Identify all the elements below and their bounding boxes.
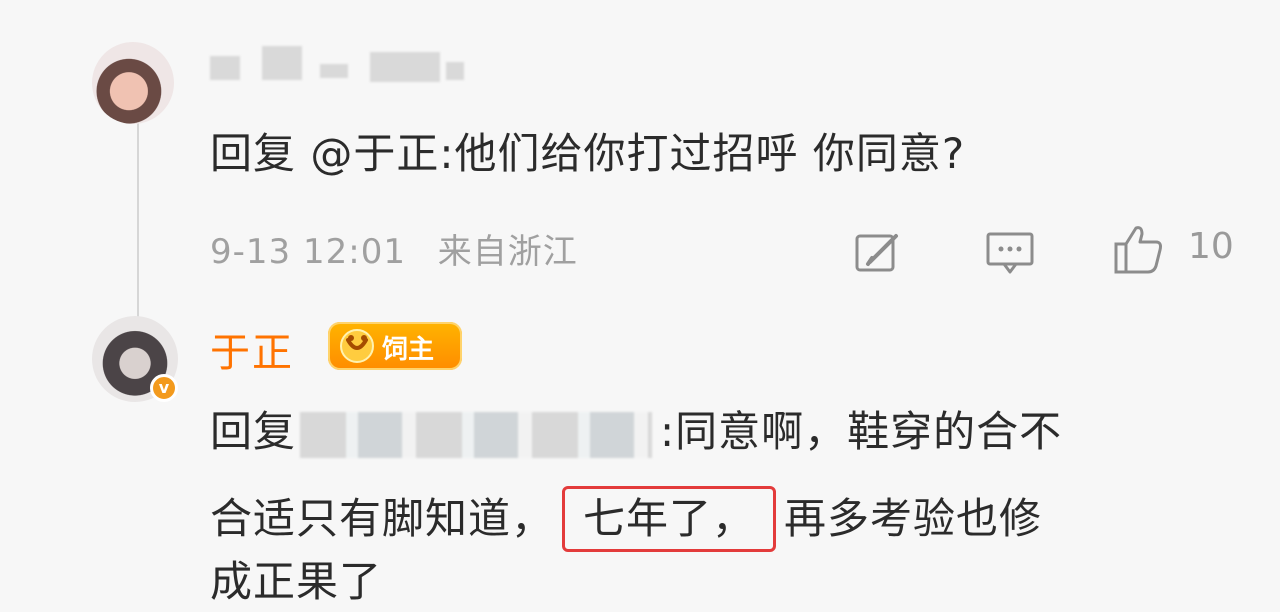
badge-icon xyxy=(340,329,374,363)
author-name[interactable]: 于正 xyxy=(210,320,294,378)
verified-badge: v xyxy=(150,374,178,402)
like-count: 10 xyxy=(1188,226,1234,267)
reply-line-1: 回复 :同意啊，鞋穿的合不 xyxy=(210,402,1062,462)
highlighted-text: 七年了， xyxy=(562,486,777,552)
comment-meta: 9-13 12:01 来自浙江 xyxy=(210,224,598,273)
badge-label: 饲主 xyxy=(382,335,435,365)
reply-line-2: 合适只有脚知道， 七年了， 再多考验也修 xyxy=(210,486,1042,552)
reply-text-part1: :同意啊，鞋穿的合不 xyxy=(660,407,1063,456)
location: 来自浙江 xyxy=(437,232,578,272)
reply-text-part2: 合适只有脚知道， xyxy=(210,494,555,543)
blurred-mention[interactable] xyxy=(300,411,653,458)
reply-line-3: 成正果了 xyxy=(210,557,383,606)
edit-icon[interactable] xyxy=(852,226,904,278)
thread-line xyxy=(137,118,139,318)
timestamp: 9-13 12:01 xyxy=(210,232,406,272)
reply-prefix: 回复 xyxy=(210,407,297,456)
comment-text: 回复 @于正:他们给你打过招呼 你同意? xyxy=(210,129,966,178)
comment-icon[interactable] xyxy=(984,226,1036,278)
reply-text-part3: 再多考验也修 xyxy=(784,494,1043,543)
like-icon[interactable] xyxy=(1112,222,1164,274)
blurred-username[interactable] xyxy=(210,46,470,86)
avatar[interactable] xyxy=(92,42,174,124)
fan-badge[interactable]: 饲主 xyxy=(328,322,462,370)
